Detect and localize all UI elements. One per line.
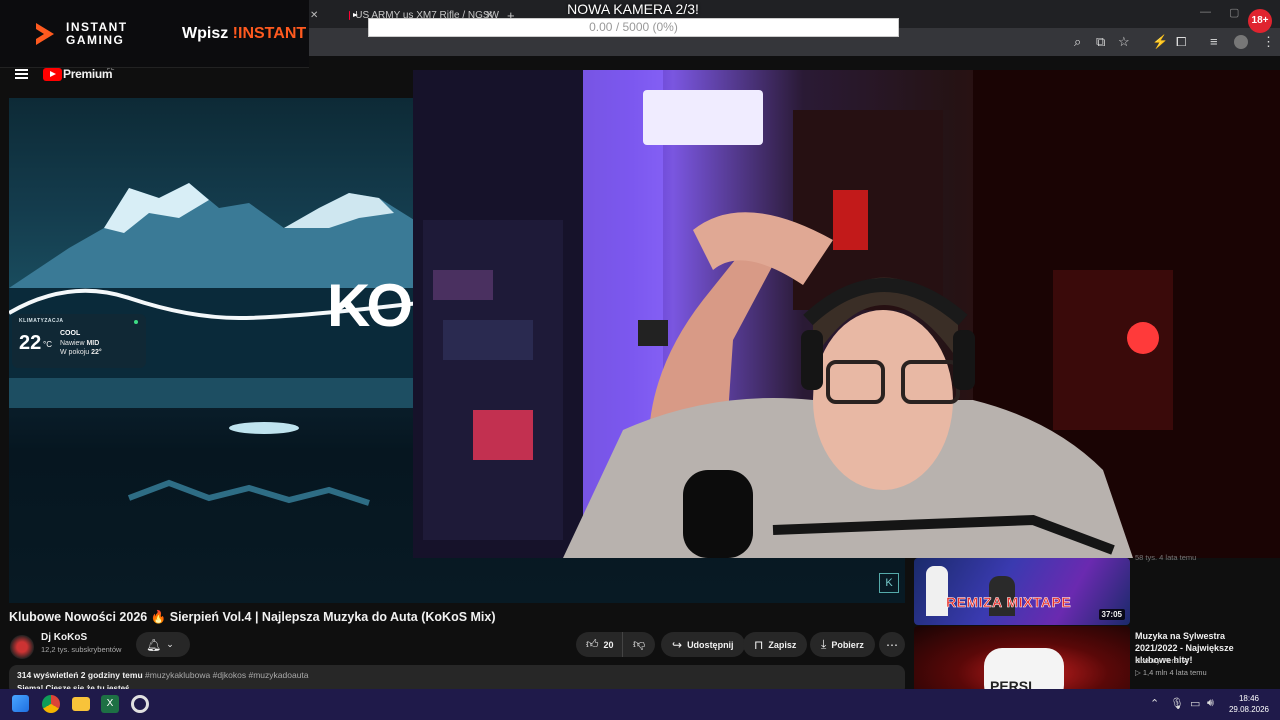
bookmark-star-icon[interactable]: ☆ bbox=[1118, 34, 1130, 50]
sidebar-top-stats: 58 tys. 4 lata temu bbox=[1135, 553, 1197, 562]
climate-temp: 22 bbox=[19, 332, 42, 354]
download-label: Pobierz bbox=[831, 639, 864, 650]
tray-chevron-icon[interactable]: ⌃ bbox=[1150, 697, 1159, 710]
extensions-puzzle-icon[interactable]: ⧠ bbox=[1176, 34, 1186, 50]
maximize-icon[interactable]: ▢ bbox=[1229, 6, 1239, 19]
recommended-thumbnail[interactable]: PERSI bbox=[914, 626, 1130, 693]
youtube-premium-text[interactable]: Premium bbox=[63, 67, 113, 81]
share-button[interactable]: ↪ Udostępnij bbox=[661, 632, 745, 657]
more-actions-button[interactable]: ⋯ bbox=[879, 632, 905, 657]
browser-menu-icon[interactable]: ⋮ bbox=[1262, 34, 1275, 50]
subscriber-count: 12,2 tys. subskrybentów bbox=[41, 645, 122, 654]
video-title: Klubowe Nowości 2026 🔥 Sierpień Vol.4 | … bbox=[9, 610, 496, 624]
download-icon: ⤓ bbox=[821, 637, 827, 651]
channel-name[interactable]: Dj KoKoS bbox=[41, 632, 87, 643]
share-label: Udostępnij bbox=[687, 639, 734, 650]
bookmark-icon: ⊓ bbox=[754, 637, 764, 652]
file-explorer-icon[interactable] bbox=[72, 697, 90, 711]
chevron-down-icon: ⌄ bbox=[166, 639, 174, 649]
excel-icon[interactable]: X bbox=[101, 695, 119, 713]
dislike-button[interactable]: 👎︎ bbox=[622, 632, 656, 657]
chrome-icon[interactable] bbox=[42, 695, 60, 713]
age-badge: 18+ bbox=[1248, 9, 1272, 33]
view-stats: 314 wyświetleń 2 godziny temu #muzykaklu… bbox=[17, 670, 309, 680]
sponsor-name: INSTANT GAMING bbox=[66, 19, 128, 47]
instant-gaming-logo-icon bbox=[36, 22, 56, 45]
thumb-person bbox=[926, 566, 948, 616]
thumbs-up-icon: 👍︎ bbox=[586, 637, 599, 651]
youtube-logo-icon[interactable] bbox=[43, 68, 62, 81]
thumbnail-text: REMIZA MIXTAPE bbox=[946, 594, 1072, 611]
reading-list-icon[interactable]: ≡ bbox=[1210, 34, 1218, 50]
recommended-channel[interactable]: DeeJay PerSi ✔ bbox=[1135, 656, 1189, 665]
zoom-icon[interactable]: ⌕ bbox=[1074, 34, 1081, 50]
clock-time: 18:46 bbox=[1238, 694, 1260, 703]
instant-gaming-banner: INSTANT GAMING Wpisz !INSTANT bbox=[0, 0, 309, 68]
menu-icon[interactable] bbox=[15, 69, 28, 79]
install-app-icon[interactable]: ⧉ bbox=[1096, 34, 1105, 50]
verified-icon: ✔ bbox=[1182, 656, 1190, 665]
kokos-logo: KO bbox=[327, 272, 413, 339]
recommended-stats: ▷ 1,4 mln 4 lata temu bbox=[1135, 668, 1207, 677]
hashtags[interactable]: #muzykaklubowa #djkokos #muzykadoauta bbox=[145, 670, 308, 680]
clock-date: 29.08.2026 bbox=[1228, 705, 1270, 714]
play-small-icon: ▷ bbox=[1135, 668, 1141, 677]
tab-previous[interactable]: ✕ bbox=[310, 4, 318, 26]
channel-watermark-icon[interactable]: K bbox=[879, 573, 899, 593]
climate-unit: °C bbox=[43, 340, 52, 349]
climate-room: W pokoju 22° bbox=[60, 349, 102, 356]
extension-icon[interactable]: ⚡ bbox=[1152, 34, 1168, 50]
like-button[interactable]: 👍︎ 20 bbox=[576, 632, 624, 657]
windows-taskbar: X bbox=[0, 689, 1280, 720]
bell-icon: 🔔︎ bbox=[146, 637, 162, 652]
climate-fan: Nawiew MID bbox=[60, 340, 100, 347]
microphone-icon[interactable]: 🎙︎ bbox=[1170, 697, 1184, 710]
sponsor-promo: Wpisz !INSTANT bbox=[182, 24, 307, 42]
climate-label: KLIMATYZACJA bbox=[19, 318, 64, 324]
obs-icon[interactable] bbox=[131, 695, 149, 713]
webcam-overlay bbox=[413, 70, 1280, 558]
goal-progress-bar: 0.00 / 5000 (0%) bbox=[368, 18, 899, 37]
volume-icon[interactable]: 🔊︎ bbox=[1207, 697, 1214, 710]
minimize-icon[interactable]: — bbox=[1200, 6, 1211, 18]
system-clock[interactable]: 18:46 29.08.2026 bbox=[1226, 693, 1272, 715]
save-label: Zapisz bbox=[768, 639, 797, 650]
video-duration: 37:05 bbox=[1098, 609, 1125, 620]
network-icon[interactable]: ▭ bbox=[1190, 697, 1200, 710]
subscribed-bell-button[interactable]: 🔔︎ ⌄ bbox=[136, 632, 190, 657]
save-button[interactable]: ⊓ Zapisz bbox=[743, 632, 808, 657]
channel-avatar[interactable] bbox=[10, 635, 34, 659]
goal-title: NOWA KAMERA 2/3! bbox=[567, 1, 699, 17]
profile-avatar[interactable] bbox=[1234, 35, 1248, 49]
close-tab-icon[interactable]: ✕ bbox=[310, 10, 318, 21]
thumbs-down-icon: 👎︎ bbox=[633, 637, 646, 651]
climate-mode: COOL bbox=[60, 330, 81, 337]
streamer-webcam bbox=[413, 70, 1280, 558]
download-button[interactable]: ⤓ Pobierz bbox=[810, 632, 875, 657]
windows-start-icon[interactable] bbox=[12, 695, 29, 712]
status-dot-icon bbox=[134, 320, 138, 324]
share-icon: ↪ bbox=[672, 637, 683, 652]
screen: { "browser": { "tab2_title": "US ARMY us… bbox=[0, 0, 1280, 720]
goal-progress-text: 0.00 / 5000 (0%) bbox=[589, 20, 678, 34]
climate-widget: KLIMATYZACJA 22 °C COOL Nawiew MID W pok… bbox=[12, 314, 146, 368]
like-count: 20 bbox=[603, 639, 614, 650]
recommended-thumbnail[interactable]: REMIZA MIXTAPE 37:05 bbox=[914, 558, 1130, 625]
more-horizontal-icon: ⋯ bbox=[886, 637, 898, 652]
